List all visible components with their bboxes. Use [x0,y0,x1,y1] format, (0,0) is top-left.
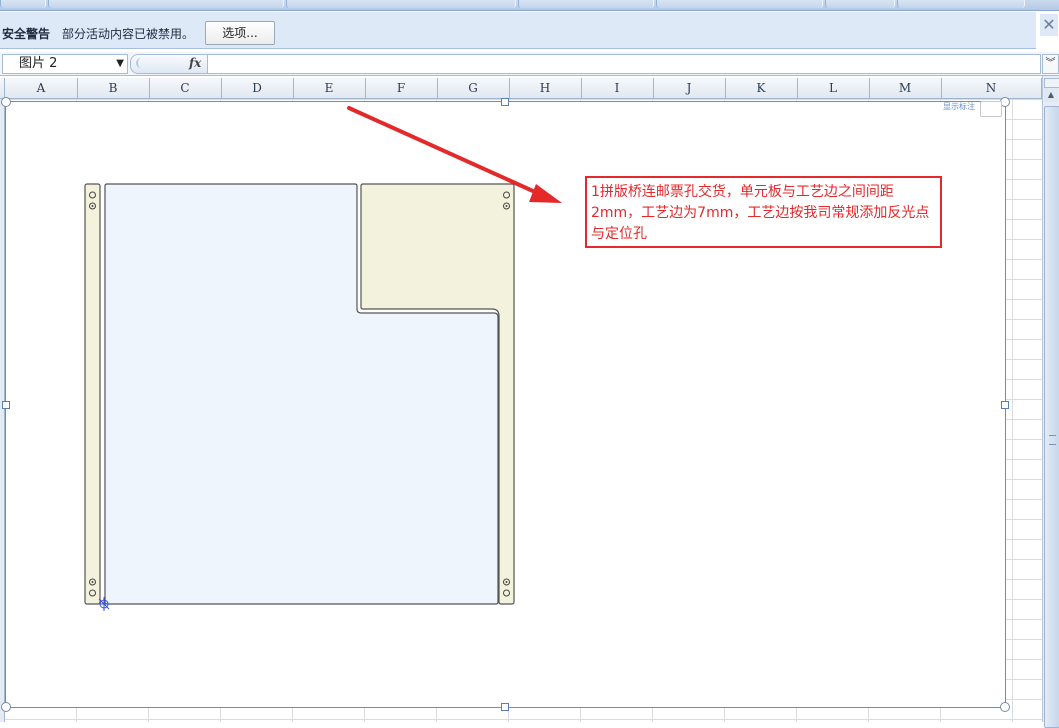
ribbon-group[interactable] [825,0,895,8]
annotation-box: 1拼版桥连邮票孔交货，单元板与工艺边之间间距2mm，工艺边为7mm，工艺边按我司… [585,176,942,248]
fiducial-dot [505,581,508,583]
options-button[interactable]: 选项... [205,21,275,45]
security-warning-message: 部分活动内容已被禁用。 [62,27,195,41]
column-header[interactable]: J [653,78,726,98]
ribbon-group[interactable] [518,0,654,8]
column-header[interactable]: N [941,78,1042,98]
resize-handle[interactable] [1000,702,1010,712]
column-header[interactable]: H [509,78,582,98]
fiducial-dot [505,205,508,207]
column-header[interactable]: F [365,78,438,98]
vertical-scrollbar[interactable]: ▲ [1042,76,1059,728]
formula-tools: fx [130,54,208,74]
fiducial-dot [91,581,94,583]
ribbon-group[interactable] [48,0,284,8]
ribbon-group[interactable] [0,0,46,8]
scroll-up-icon[interactable]: ▲ [1044,88,1058,102]
close-icon[interactable]: ✕ [1040,14,1058,36]
name-box-value: 图片 2 [19,56,58,71]
resize-handle[interactable] [1,97,11,107]
column-header[interactable]: I [581,78,654,98]
insert-function-icon[interactable]: fx [189,56,201,70]
formula-bar: 图片 2 ▼ fx ︾ [0,52,1059,76]
column-header[interactable]: B [77,78,150,98]
ribbon-group[interactable] [897,0,1025,8]
grip-icon[interactable] [136,58,146,68]
column-header[interactable]: D [221,78,294,98]
grip-icon [1049,435,1056,445]
resize-handle[interactable] [501,703,509,711]
left-process-rail [84,183,101,605]
ribbon-group[interactable] [286,0,516,8]
column-header[interactable]: K [725,78,798,98]
ribbon-group[interactable] [656,0,823,8]
split-box[interactable] [1044,78,1059,88]
security-warning-bar: 安全警告 部分活动内容已被禁用。 选项... [0,12,1036,49]
double-chevron-down-icon[interactable]: ︾ [1042,54,1059,74]
column-header[interactable]: G [437,78,510,98]
column-header[interactable]: L [797,78,870,98]
resize-handle[interactable] [2,401,10,409]
column-header[interactable]: E [293,78,366,98]
column-header[interactable]: C [149,78,222,98]
corner-note: 显示标注 [943,102,975,111]
scroll-thumb[interactable] [1044,106,1059,728]
resize-handle[interactable] [1001,401,1009,409]
formula-input[interactable] [207,54,1041,74]
corner-box [980,101,1002,117]
resize-handle[interactable] [501,98,509,106]
column-header[interactable]: A [5,78,78,98]
chevron-down-icon[interactable]: ▼ [116,55,124,73]
name-box[interactable]: 图片 2 ▼ [2,54,128,74]
resize-handle[interactable] [1,702,11,712]
column-header[interactable]: M [869,78,942,98]
ribbon-strip [0,0,1059,11]
column-headers: A B C D E F G H I J K L M N [0,78,1042,99]
fiducial-dot [91,205,94,207]
security-warning-title: 安全警告 [2,27,51,41]
